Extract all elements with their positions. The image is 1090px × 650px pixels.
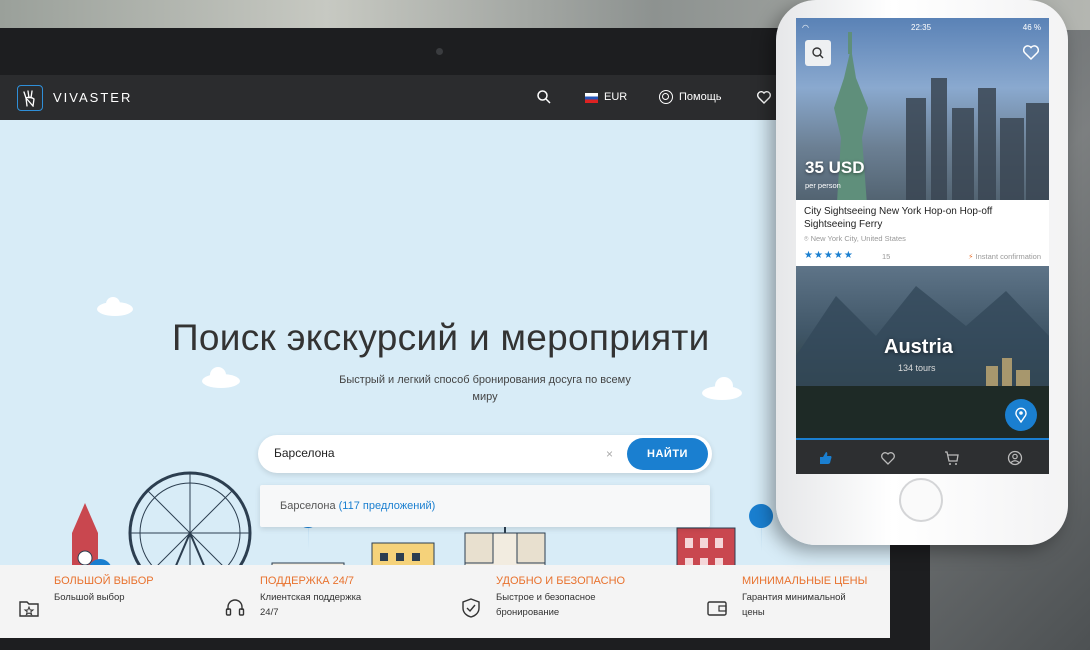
rating-stars: ★★★★★ [804, 250, 854, 261]
cloud-decoration [202, 367, 240, 388]
page-subtitle: Быстрый и легкий способ бронирования дос… [339, 374, 631, 403]
destination-title: Austria [884, 336, 953, 358]
tour-card[interactable]: City Sightseeing New York Hop-on Hop-off… [796, 200, 1049, 266]
tour-title: City Sightseeing New York Hop-on Hop-off… [804, 206, 993, 230]
instant-confirmation: ⚡ Instant confirmation [968, 252, 1041, 261]
lightning-icon: ⚡ [968, 252, 974, 261]
profile-icon[interactable] [1007, 450, 1023, 466]
logo-text[interactable]: VIVASTER [53, 90, 132, 105]
battery-status: 46 % [1022, 23, 1041, 32]
map-button[interactable] [1005, 399, 1037, 431]
cloud-decoration [97, 297, 133, 316]
feature-item: МИНИМАЛЬНЫЕ ЦЕНЫ Гарантия минимальной це… [742, 575, 867, 620]
currency-selector[interactable]: EUR [604, 91, 627, 103]
review-count: 15 [882, 252, 891, 261]
feature-title: УДОБНО И БЕЗОПАСНО [496, 575, 626, 587]
tour-location: ⌾ New York City, United States [804, 234, 1041, 244]
heart-icon[interactable] [756, 89, 772, 105]
heart-icon[interactable] [880, 450, 896, 466]
shield-check-icon [462, 598, 480, 618]
phone-screen: ◠ 22:35 46 % 35 USD per person City Sigh… [796, 18, 1049, 474]
page-title: Поиск экскурсий и мероприяти [172, 317, 710, 358]
search-suggestion[interactable]: Барселона (117 предложений) [260, 485, 710, 527]
instant-confirmation-text: Instant confirmation [975, 252, 1041, 261]
logo-icon[interactable] [17, 85, 43, 111]
thumbs-up-icon[interactable] [818, 450, 834, 466]
suggestion-count: (117 предложений) [338, 500, 436, 512]
lifebuoy-icon[interactable] [659, 90, 673, 104]
folder-star-icon [19, 601, 39, 617]
favorite-heart-icon[interactable] [1022, 43, 1040, 61]
bottom-tab-bar [796, 438, 1049, 474]
top-nav: VIVASTER EUR Помощь [0, 75, 890, 120]
price-unit: per person [805, 181, 841, 190]
status-time: 22:35 [911, 23, 932, 32]
feature-item: БОЛЬШОЙ ВЫБОР Большой выбор [54, 575, 174, 605]
feature-text: Быстрое и безопасное бронирование [496, 592, 596, 618]
phone-search-button[interactable] [805, 40, 831, 66]
location-pin-icon: ⌾ [804, 234, 811, 243]
wifi-icon: ◠ [802, 23, 809, 32]
feature-text: Большой выбор [54, 592, 125, 603]
suggestion-city: Барселона [280, 500, 336, 512]
tour-price: 35 USD [805, 158, 865, 177]
tour-location-text: New York City, United States [810, 234, 906, 243]
feature-text: Гарантия минимальной цены [742, 592, 846, 618]
russia-flag-icon[interactable] [585, 93, 598, 103]
search-input[interactable] [274, 446, 604, 460]
wallet-icon [707, 601, 727, 616]
laptop-screen: VIVASTER EUR Помощь Поиск экскурсий и ме… [0, 75, 890, 638]
laptop-camera [436, 48, 443, 55]
feature-item: УДОБНО И БЕЗОПАСНО Быстрое и безопасное … [496, 575, 625, 620]
feature-title: МИНИМАЛЬНЫЕ ЦЕНЫ [742, 575, 868, 587]
destination-tour-count: 134 tours [898, 363, 936, 373]
headset-icon [225, 599, 245, 616]
status-bar: ◠ 22:35 46 % [796, 18, 1049, 38]
features-strip: БОЛЬШОЙ ВЫБОР Большой выбор ПОДДЕРЖКА 24… [0, 565, 890, 638]
search-button[interactable]: НАЙТИ [627, 438, 708, 470]
search-icon[interactable] [536, 89, 552, 105]
clear-icon[interactable]: × [606, 447, 613, 461]
search-bar: × НАЙТИ [258, 435, 712, 473]
feature-title: ПОДДЕРЖКА 24/7 [260, 575, 355, 587]
feature-text: Клиентская поддержка 24/7 [260, 592, 362, 618]
phone-mockup: ◠ 22:35 46 % 35 USD per person City Sigh… [776, 0, 1068, 545]
feature-item: ПОДДЕРЖКА 24/7 Клиентская поддержка 24/7 [260, 575, 380, 620]
phone-home-button[interactable] [899, 478, 943, 522]
feature-title: БОЛЬШОЙ ВЫБОР [54, 575, 154, 587]
map-pin-icon [1015, 407, 1027, 423]
cart-icon[interactable] [944, 450, 960, 466]
help-link[interactable]: Помощь [679, 91, 722, 103]
search-icon [812, 47, 824, 59]
cloud-decoration [702, 377, 742, 400]
